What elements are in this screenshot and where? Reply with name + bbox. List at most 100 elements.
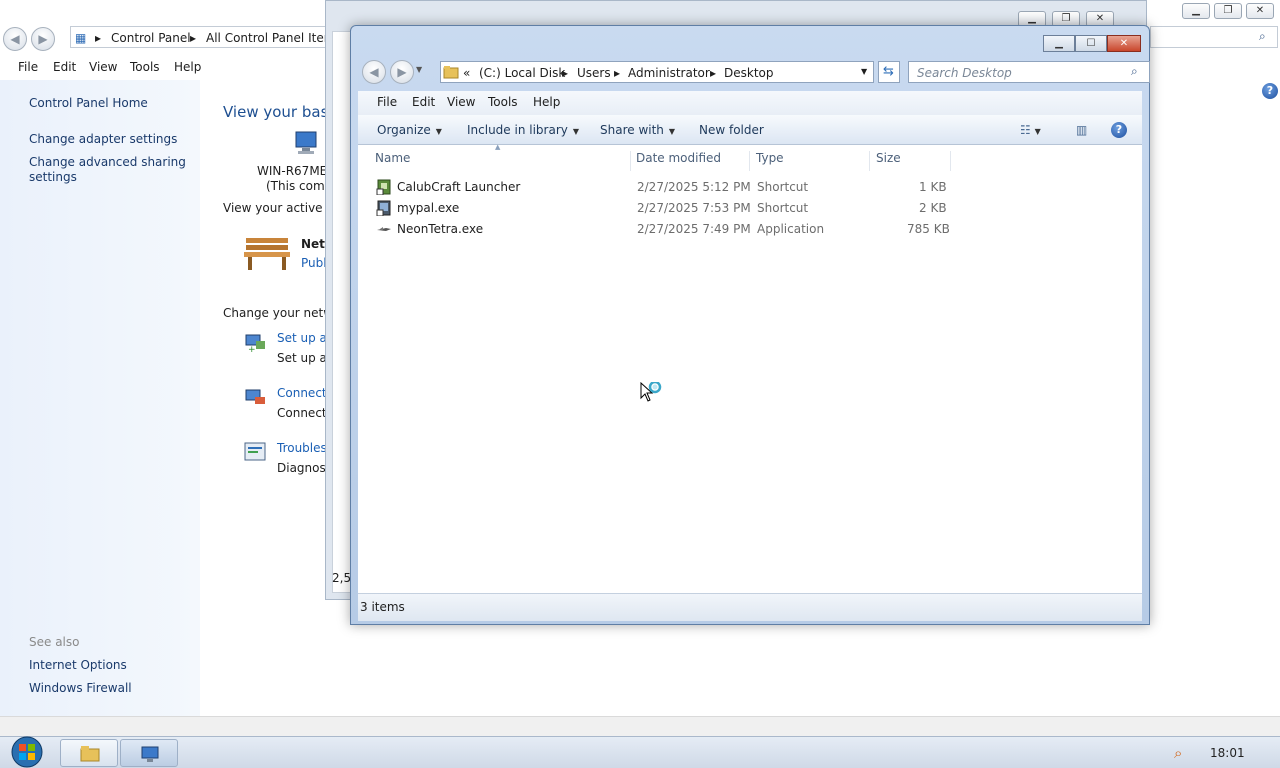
overflow-chevron[interactable]: « <box>463 66 470 80</box>
control-panel-search[interactable]: ⌕ <box>1150 26 1278 48</box>
task-setup-link[interactable]: Set up a <box>277 331 327 345</box>
back-icon[interactable]: ◀ <box>3 27 27 51</box>
internet-options-link[interactable]: Internet Options <box>29 658 127 672</box>
column-header-type[interactable]: Type <box>756 151 870 171</box>
restore-button[interactable]: ❐ <box>1214 3 1242 19</box>
table-row[interactable]: mypal.exe 2/27/2025 7:53 PM Shortcut 2 K… <box>358 198 1142 218</box>
table-row[interactable]: CalubCraft Launcher 2/27/2025 5:12 PM Sh… <box>358 177 1142 197</box>
sort-arrow-icon: ▲ <box>495 143 501 151</box>
file-date: 2/27/2025 7:53 PM <box>637 201 751 215</box>
menu-help[interactable]: Help <box>174 60 201 74</box>
chevron-down-icon: ▼ <box>435 127 442 136</box>
shortcut-icon <box>376 200 392 217</box>
start-orb-icon[interactable] <box>8 735 46 768</box>
file-type: Shortcut <box>757 201 809 215</box>
recent-pages-dropdown[interactable]: ▼ <box>416 65 422 74</box>
search-icon[interactable]: ⌕ <box>1174 744 1182 762</box>
forward-icon[interactable]: ▶ <box>31 27 55 51</box>
close-button[interactable]: ✕ <box>1246 3 1274 19</box>
path-users[interactable]: Users <box>577 66 611 80</box>
share-with-label: Share with <box>600 123 664 137</box>
chevron-down-icon: ▼ <box>668 127 676 136</box>
explorer-taskbar-button[interactable] <box>60 739 118 767</box>
minimize-button[interactable]: ▁ <box>1182 3 1210 19</box>
task-connect-link[interactable]: Connect <box>277 386 327 400</box>
help-icon[interactable]: ? <box>1111 122 1127 138</box>
path-local-disk[interactable]: (C:) Local Disk <box>479 66 565 80</box>
organize-label: Organize <box>377 123 431 137</box>
back-icon[interactable]: ◀ <box>362 60 386 84</box>
network-taskbar-button[interactable] <box>120 739 178 767</box>
column-header-size[interactable]: Size <box>876 151 951 171</box>
view-options-icon[interactable]: ☷ ▼ <box>1020 123 1041 137</box>
share-with-button[interactable]: Share with ▼ <box>600 123 675 137</box>
explorer-menubar: File Edit View Tools Help <box>358 91 1142 115</box>
public-network-bench-icon <box>242 232 292 272</box>
explorer-window: ▁ ☐ ✕ ◀ ▶ ▼ « (C:) Local Disk ▸ Users ▸ … <box>350 25 1150 625</box>
explorer-status-bar: 3 items <box>358 593 1142 621</box>
file-size: 2 KB <box>919 201 947 215</box>
close-button[interactable]: ✕ <box>1107 35 1141 52</box>
menu-file[interactable]: File <box>377 95 397 109</box>
file-type: Application <box>757 222 825 236</box>
refresh-icon[interactable]: ⇆ <box>878 61 900 83</box>
file-list: ▲ Name Date modified Type Size CalubCraf… <box>358 143 1142 593</box>
include-in-library-label: Include in library <box>467 123 568 137</box>
table-row[interactable]: NeonTetra.exe 2/27/2025 7:49 PM Applicat… <box>358 219 1142 239</box>
network-type-link[interactable]: Publ <box>301 256 327 270</box>
file-type: Shortcut <box>757 180 809 194</box>
menu-tools[interactable]: Tools <box>130 60 160 74</box>
windows-firewall-link[interactable]: Windows Firewall <box>29 681 132 695</box>
task-troubleshoot-link[interactable]: Troubles <box>277 441 327 455</box>
control-panel-address-bar[interactable]: ▦ ▸ Control Panel ▸ All Control Panel It… <box>70 26 342 48</box>
see-also-header: See also <box>29 635 80 649</box>
change-advanced-sharing-link-cont[interactable]: settings <box>29 170 77 184</box>
change-advanced-sharing-link[interactable]: Change advanced sharing <box>29 155 186 169</box>
path-administrator[interactable]: Administrator <box>628 66 710 80</box>
path-desktop[interactable]: Desktop <box>724 66 774 80</box>
shortcut-icon <box>376 179 392 196</box>
menu-help[interactable]: Help <box>533 95 560 109</box>
busy-cursor-icon <box>640 380 666 406</box>
item-count: 3 items <box>360 600 405 614</box>
maximize-button[interactable]: ☐ <box>1075 35 1107 52</box>
column-header-date[interactable]: Date modified <box>636 151 750 171</box>
column-header-name[interactable]: Name <box>375 151 631 171</box>
file-size: 1 KB <box>919 180 947 194</box>
crumb-separator: ▸ <box>95 31 102 45</box>
preview-pane-icon[interactable]: ▥ <box>1076 123 1087 137</box>
computer-name: WIN-R67MEL <box>257 164 334 178</box>
include-in-library-button[interactable]: Include in library ▼ <box>467 123 579 137</box>
breadcrumb-all-items[interactable]: All Control Panel Items <box>206 31 342 45</box>
task-connect-desc: Connect <box>277 406 327 420</box>
breadcrumb-control-panel[interactable]: Control Panel <box>111 31 191 45</box>
network-icon <box>140 745 160 766</box>
search-icon: ⌕ <box>1259 29 1266 43</box>
organize-button[interactable]: Organize ▼ <box>377 123 442 137</box>
menu-view[interactable]: View <box>89 60 117 74</box>
menu-edit[interactable]: Edit <box>53 60 76 74</box>
crumb-separator: ▸ <box>190 31 197 45</box>
menu-view[interactable]: View <box>447 95 475 109</box>
menu-file[interactable]: File <box>18 60 38 74</box>
control-panel-home-link[interactable]: Control Panel Home <box>29 96 148 110</box>
search-icon: ⌕ <box>1131 64 1138 78</box>
address-dropdown-icon[interactable]: ▼ <box>861 67 867 76</box>
help-icon[interactable]: ? <box>1262 83 1278 99</box>
forward-icon[interactable]: ▶ <box>390 60 414 84</box>
menu-tools[interactable]: Tools <box>488 95 518 109</box>
application-icon <box>376 221 392 237</box>
clock[interactable]: 18:01 <box>1210 746 1245 760</box>
new-folder-button[interactable]: New folder <box>699 123 764 137</box>
search-input[interactable]: Search Desktop ⌕ <box>908 61 1150 83</box>
explorer-address-bar[interactable]: « (C:) Local Disk ▸ Users ▸ Administrato… <box>440 61 874 83</box>
crumb-separator: ▸ <box>614 66 621 80</box>
minimize-button[interactable]: ▁ <box>1043 35 1075 52</box>
menu-edit[interactable]: Edit <box>412 95 435 109</box>
change-adapter-settings-link[interactable]: Change adapter settings <box>29 132 177 146</box>
computer-subtitle: (This comp <box>266 179 333 193</box>
folder-icon <box>443 64 459 83</box>
explorer-address-row: ◀ ▶ ▼ « (C:) Local Disk ▸ Users ▸ Admini… <box>360 59 1150 87</box>
crumb-separator: ▸ <box>710 66 717 80</box>
setup-connection-icon: + <box>243 330 267 355</box>
